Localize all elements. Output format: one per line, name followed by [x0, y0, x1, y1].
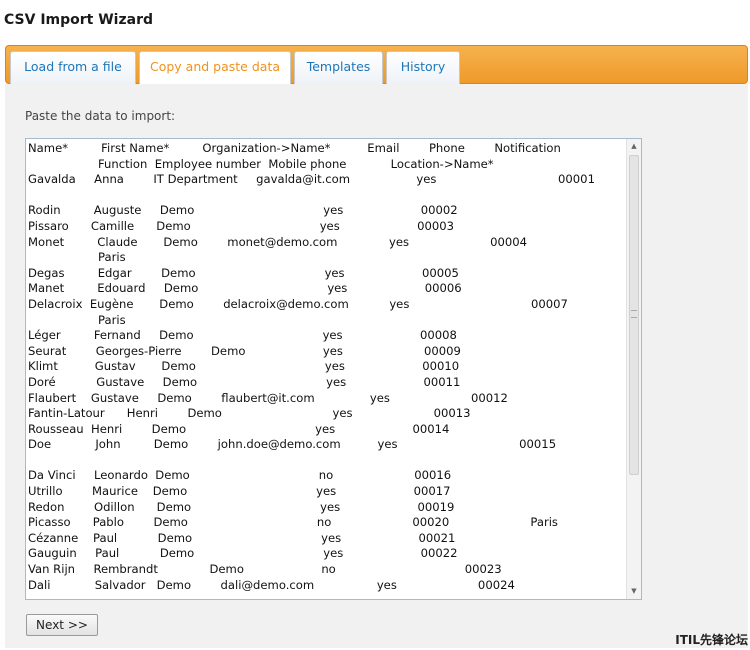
- textarea-line: [28, 188, 626, 204]
- tab-load-from-file[interactable]: Load from a file: [10, 51, 136, 84]
- textarea-line: Degas Edgar Demo yes 00005: [28, 265, 459, 280]
- paste-prompt-label: Paste the data to import:: [25, 109, 176, 123]
- textarea-line: Rousseau Henri Demo yes 00014: [28, 421, 450, 436]
- textarea-line: Van Rijn Rembrandt Demo no 00023: [28, 562, 502, 577]
- tab-copy-and-paste[interactable]: Copy and paste data: [139, 51, 291, 85]
- scroll-thumb[interactable]: [629, 155, 639, 475]
- tab-history[interactable]: History: [386, 51, 460, 84]
- scroll-up-arrow-icon[interactable]: ▲: [627, 139, 641, 154]
- textarea-line: Da Vinci Leonardo Demo no 00016: [28, 468, 452, 483]
- textarea-line: Gavalda Anna IT Department gavalda@it.co…: [28, 172, 595, 187]
- textarea-line: Léger Fernand Demo yes 00008: [28, 328, 457, 343]
- textarea-line: Redon Odillon Demo yes 00019: [28, 499, 455, 514]
- textarea-line: Utrillo Maurice Demo yes 00017: [28, 484, 451, 499]
- textarea-line: Doré Gustave Demo yes 00011: [28, 374, 461, 389]
- textarea-line: Rodin Auguste Demo yes 00002: [28, 203, 458, 218]
- textarea-line: [28, 453, 626, 469]
- scroll-grip-icon: [631, 310, 637, 318]
- tab-bar: Load from a file Copy and paste data Tem…: [5, 45, 748, 85]
- textarea-scrollbar[interactable]: ▲ ▼: [626, 139, 641, 599]
- textarea-line: Doe John Demo john.doe@demo.com yes 0001…: [28, 437, 557, 452]
- textarea-line: Gauguin Paul Demo yes 00022: [28, 546, 458, 561]
- textarea-line: Monet Claude Demo monet@demo.com yes 000…: [28, 234, 527, 249]
- watermark-logo: ITIL先锋论坛: [675, 633, 748, 647]
- textarea-line: Function Employee number Mobile phone Lo…: [28, 156, 494, 171]
- next-button[interactable]: Next >>: [26, 614, 98, 636]
- textarea-line: Flaubert Gustave Demo flaubert@it.com ye…: [28, 390, 508, 405]
- textarea-line: Paris: [28, 312, 126, 327]
- textarea-line: Picasso Pablo Demo no 00020 Paris: [28, 515, 558, 530]
- scroll-down-arrow-icon[interactable]: ▼: [627, 584, 641, 599]
- textarea-line: Paris: [28, 250, 126, 265]
- textarea-line: Cézanne Paul Demo yes 00021: [28, 530, 456, 545]
- textarea-line: Delacroix Eugène Demo delacroix@demo.com…: [28, 296, 568, 311]
- textarea-line: Name* First Name* Organization->Name* Em…: [28, 141, 561, 155]
- textarea-line: Fantin-Latour Henri Demo yes 00013: [28, 406, 471, 421]
- textarea-content[interactable]: Name* First Name* Organization->Name* Em…: [28, 141, 626, 597]
- textarea-line: Klimt Gustav Demo yes 00010: [28, 359, 460, 374]
- paste-data-textarea[interactable]: Name* First Name* Organization->Name* Em…: [25, 138, 642, 600]
- tab-templates[interactable]: Templates: [294, 51, 383, 84]
- textarea-line: Seurat Georges-Pierre Demo yes 00009: [28, 343, 461, 358]
- textarea-line: Dali Salvador Demo dali@demo.com yes 000…: [28, 577, 515, 592]
- page-title: CSV Import Wizard: [4, 12, 153, 28]
- textarea-line: Pissaro Camille Demo yes 00003: [28, 218, 455, 233]
- textarea-line: Manet Edouard Demo yes 00006: [28, 281, 462, 296]
